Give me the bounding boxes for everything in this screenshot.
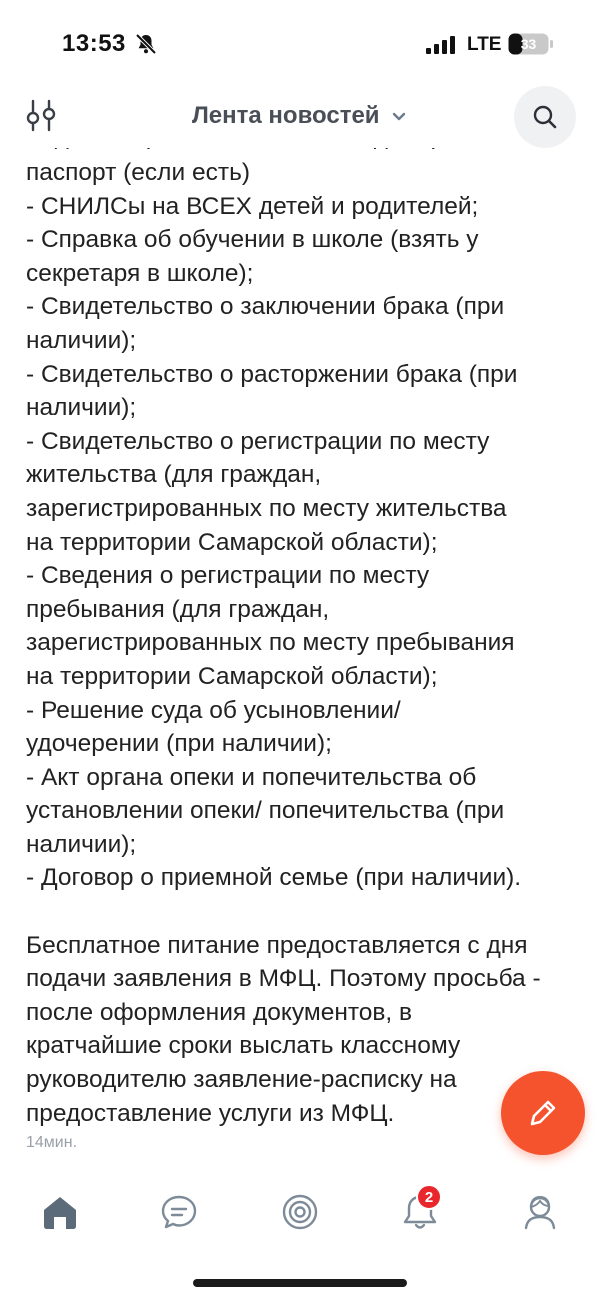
pencil-icon <box>530 1100 556 1126</box>
post-line: руководителю заявление-расписку на <box>26 1066 457 1094</box>
nav-profile[interactable] <box>518 1190 562 1234</box>
post-line: наличии); <box>26 326 137 354</box>
battery-level: 33 <box>521 36 537 52</box>
post-line: на территории Самарской области); <box>26 662 438 690</box>
bottom-nav <box>0 1180 600 1250</box>
post-line: удочерении (при наличии); <box>26 730 332 758</box>
battery-icon: 33 <box>508 33 553 55</box>
post-line: предоставление услуги из МФЦ. <box>26 1099 395 1127</box>
post-body: - Удостоверение личности каждого ребенка… <box>26 130 582 1130</box>
post-line: - Сведения о регистрации по месту <box>26 562 430 590</box>
compose-button[interactable] <box>501 1071 585 1155</box>
post-line: - СНИЛСы на ВСЕХ детей и родителей; <box>26 192 479 220</box>
notifications-badge: 2 <box>416 1184 442 1210</box>
post-line: секретаря в школе); <box>26 259 254 287</box>
post-line: пребывания (для граждан, <box>26 595 330 623</box>
header: Лента новостей <box>0 84 600 148</box>
network-type: LTE <box>467 34 502 55</box>
post-line: - Акт органа опеки и попечительства об <box>26 763 477 791</box>
chat-icon <box>161 1195 197 1229</box>
post-line: кратчайшие сроки выслать классному <box>26 1032 461 1060</box>
nav-chats[interactable] <box>157 1190 201 1234</box>
post-line: - Свидетельство о регистрации по месту <box>26 427 490 455</box>
signal-icon <box>426 36 455 54</box>
feed-selector[interactable]: Лента новостей <box>0 102 600 130</box>
status-bar: 13:53 LTE 33 <box>0 0 600 90</box>
post-line: - Решение суда об усыновлении/ <box>26 696 401 724</box>
post-line: - Свидетельство о расторжении брака (при <box>26 360 518 388</box>
post-line: паспорт (если есть) <box>26 159 250 186</box>
post-line: зарегистрированных по месту пребывания <box>26 629 515 657</box>
status-time: 13:53 <box>62 30 126 57</box>
post-line: Бесплатное питание предоставляется с дня <box>26 931 528 959</box>
post-line: подачи заявления в МФЦ. Поэтому просьба … <box>26 965 541 993</box>
post-time-ago: 14мин. <box>26 1134 78 1151</box>
target-icon <box>282 1194 318 1230</box>
home-icon <box>44 1197 76 1229</box>
post-document-list: паспорт (если есть) - СНИЛСы на ВСЕХ дет… <box>26 156 582 895</box>
home-indicator <box>193 1279 407 1287</box>
post-line: на территории Самарской области); <box>26 528 438 556</box>
search-button[interactable] <box>514 86 576 148</box>
nav-home[interactable] <box>38 1190 82 1234</box>
post-line: - Свидетельство о заключении брака (при <box>26 293 505 321</box>
post-line: после оформления документов, в <box>26 998 413 1026</box>
post-line: - Договор о приемной семье (при наличии)… <box>26 864 522 892</box>
post-line: наличии); <box>26 830 137 858</box>
profile-icon <box>524 1195 556 1230</box>
chevron-down-icon <box>392 112 406 120</box>
post-line: установлении опеки/ попечительства (при <box>26 797 505 825</box>
post-line: - Справка об обучении в школе (взять у <box>26 226 479 254</box>
bell-off-icon <box>135 33 157 55</box>
search-icon <box>533 105 557 129</box>
post-line: наличии); <box>26 394 137 422</box>
post-paragraph: Бесплатное питание предоставляется с дня… <box>26 929 582 1131</box>
nav-services[interactable] <box>278 1190 322 1234</box>
post-line: зарегистрированных по месту жительства <box>26 494 507 522</box>
post-line: жительства (для граждан, <box>26 461 322 489</box>
page-title: Лента новостей <box>191 102 380 129</box>
